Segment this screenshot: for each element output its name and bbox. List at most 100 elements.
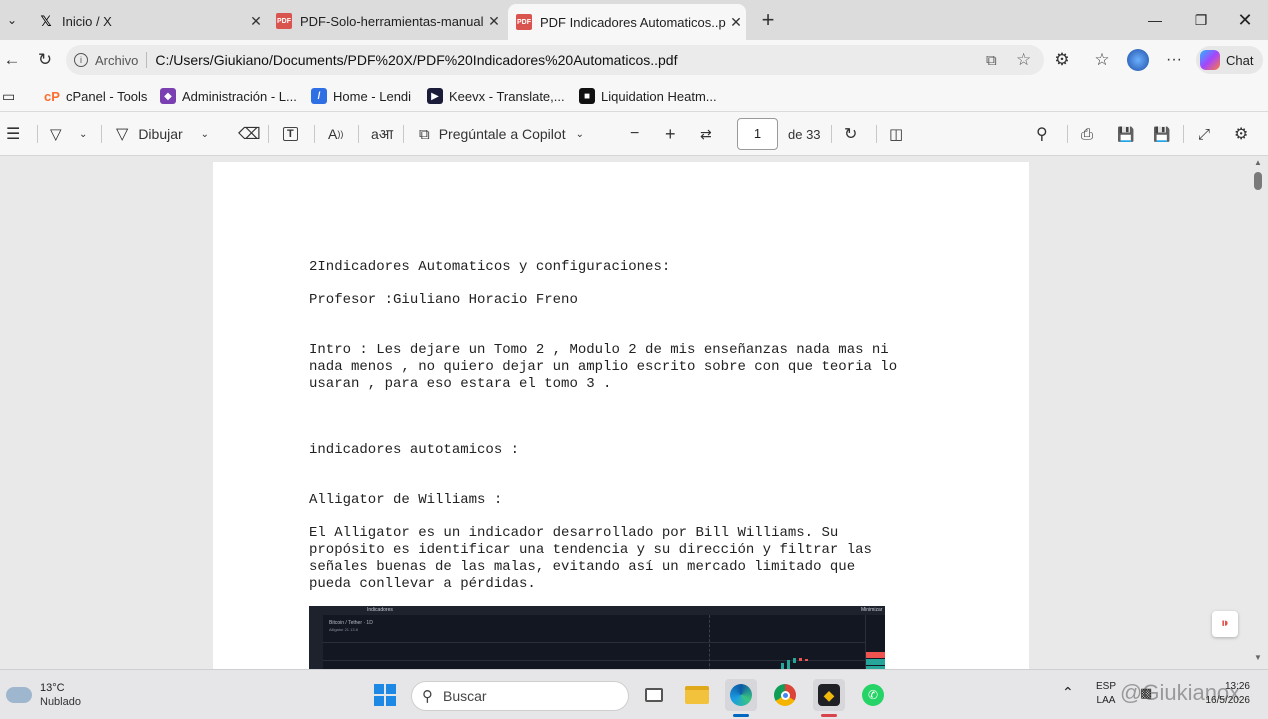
scroll-up-icon[interactable]: ▲ [1254,158,1262,167]
close-window-icon[interactable]: ✕ [1222,0,1268,40]
close-icon[interactable]: ✕ [246,13,266,30]
bookmark-liquidation[interactable]: ■ Liquidation Heatm... [579,86,717,106]
search-placeholder: Buscar [443,688,487,704]
eraser-icon[interactable]: ⌫ [238,122,261,146]
translate-icon[interactable]: ⧉ [986,52,997,69]
bookmark-cpanel[interactable]: cP cPanel - Tools [44,86,147,106]
bookmarks-sidebar-icon[interactable]: ▭ [2,86,15,106]
save-as-icon[interactable]: 💾 [1153,122,1170,146]
address-row: ← ↻ i Archivo C:/Users/Giukiano/Document… [0,40,1268,80]
document-section-heading: indicadores autotamicos : [309,442,520,458]
tab-title: PDF Indicadores Automaticos..pdf [540,14,726,30]
keevx-icon: ▶ [427,88,443,104]
search-icon: ⚲ [422,688,433,705]
close-icon[interactable]: ✕ [484,13,504,30]
favorite-star-icon[interactable]: ☆ [1016,50,1031,70]
x-logo-icon: 𝕏 [40,12,52,29]
pdf-page: 2Indicadores Automaticos y configuracion… [213,162,1029,669]
file-explorer-icon[interactable] [681,679,713,711]
bookmark-lendi[interactable]: / Home - Lendi [311,86,411,106]
active-app-indicator [733,714,749,717]
bookmark-keevx[interactable]: ▶ Keevx - Translate,... [427,86,565,106]
pdf-icon: PDF [276,13,292,29]
save-icon[interactable]: 💾 [1117,122,1134,146]
restore-icon[interactable]: ❐ [1178,0,1224,40]
pdf-viewer[interactable]: 2Indicadores Automaticos y configuracion… [0,156,1268,669]
page-view-icon[interactable]: ◫ [889,122,903,146]
text-box-icon[interactable]: T [283,122,298,146]
minimize-icon[interactable]: — [1132,0,1178,40]
chart-minimize-label: Minimizar [861,607,883,613]
page-number-input[interactable]: 1 [737,118,778,150]
fit-width-icon[interactable]: ⇄ [700,122,712,146]
bookmarks-bar: ▭ cP cPanel - Tools ◆ Administración - L… [0,80,1268,112]
refresh-icon[interactable]: ↻ [33,48,57,72]
tab-pdf-indicadores[interactable]: PDF PDF Indicadores Automaticos..pdf ✕ [508,4,746,40]
more-menu-icon[interactable]: ··· [1162,48,1186,72]
scroll-down-icon[interactable]: ▼ [1254,653,1262,662]
zoom-in-icon[interactable]: + [665,122,676,146]
search-icon[interactable]: ⚲ [1036,122,1048,146]
chevron-down-icon[interactable]: ⌄ [79,122,87,146]
tray-language[interactable]: ESP LAA [1096,680,1116,708]
divider [1067,125,1068,143]
rotate-icon[interactable]: ↻ [844,122,857,146]
back-icon[interactable]: ← [0,48,24,72]
favorites-icon[interactable]: ☆ [1090,48,1114,72]
contents-list-icon[interactable]: ☰ [6,122,20,146]
info-icon[interactable]: i [74,53,88,67]
tab-inicio-x[interactable]: 𝕏 Inicio / X ✕ [30,6,266,36]
draw-button[interactable]: ▽ Dibujar ⌄ [116,122,209,146]
divider [358,125,359,143]
new-tab-icon[interactable]: + [756,7,780,32]
taskbar-search-box[interactable]: ⚲ Buscar [411,681,629,711]
tab-strip: ⌄ 𝕏 Inicio / X ✕ PDF PDF-Solo-herramient… [0,0,1268,40]
scrollbar-thumb[interactable] [1254,172,1262,190]
chart-symbol-label: Bitcoin / Tether · 1D [329,620,373,626]
tab-pdf-herramientas[interactable]: PDF PDF-Solo-herramientas-manuales. ✕ [268,6,504,36]
translate-icon[interactable]: aआ [371,122,393,146]
bookmark-administracion[interactable]: ◆ Administración - L... [160,86,297,106]
zoom-out-icon[interactable]: − [630,122,639,146]
tray-overflow-chevron-icon[interactable]: ⌃ [1062,684,1074,701]
print-icon[interactable]: ⎙ [1081,122,1093,146]
adobe-acrobat-icon[interactable]: ⁍ [1212,611,1238,637]
page-current: 1 [753,126,762,141]
admin-icon: ◆ [160,88,176,104]
chevron-down-icon: ⌄ [575,128,584,140]
divider [1183,125,1184,143]
draw-label: Dibujar [138,126,183,142]
chrome-icon[interactable] [769,679,801,711]
document-professor: Profesor :Giuliano Horacio Freno [309,292,578,308]
bookmark-label: Administración - L... [182,88,297,104]
ask-copilot-button[interactable]: ⧉ Pregúntale a Copilot ⌄ [419,122,584,146]
binance-icon[interactable]: ◆ [813,679,845,711]
read-aloud-icon[interactable]: A)) [328,122,343,146]
copilot-chat-button[interactable]: Chat [1196,46,1264,74]
edge-browser-icon[interactable] [725,679,757,711]
settings-gear-icon[interactable]: ⚙ [1234,122,1248,146]
extensions-icon[interactable]: ⚙ [1050,48,1074,72]
chart-candle [787,660,790,669]
copilot-icon [1200,50,1220,70]
windows-start-icon[interactable] [369,679,401,711]
vertical-scrollbar[interactable]: ▲ ▼ [1251,156,1265,669]
bookmark-label: Liquidation Heatm... [601,88,717,104]
address-bar[interactable]: i Archivo C:/Users/Giukiano/Documents/PD… [66,45,1044,75]
copilot-label: Pregúntale a Copilot [438,126,566,142]
address-divider [146,52,148,68]
close-icon[interactable]: ✕ [726,14,746,31]
address-url[interactable]: C:/Users/Giukiano/Documents/PDF%20X/PDF%… [155,52,677,68]
weather-widget[interactable]: 13°C Nublado [6,680,81,710]
highlight-icon[interactable]: ▽ [50,122,62,146]
bookmark-label: Keevx - Translate,... [449,88,565,104]
watermark-text: @Giukianox [1120,680,1241,705]
chart-topbar [309,606,885,615]
whatsapp-icon[interactable]: ✆ [857,679,889,711]
tab-list-chevron-icon[interactable]: ⌄ [0,8,24,32]
task-view-icon[interactable] [638,679,670,711]
profile-avatar-icon[interactable] [1126,48,1150,72]
divider [314,125,315,143]
tray-lang-2: LAA [1096,695,1116,706]
fullscreen-icon[interactable]: ⤢ [1198,122,1210,146]
